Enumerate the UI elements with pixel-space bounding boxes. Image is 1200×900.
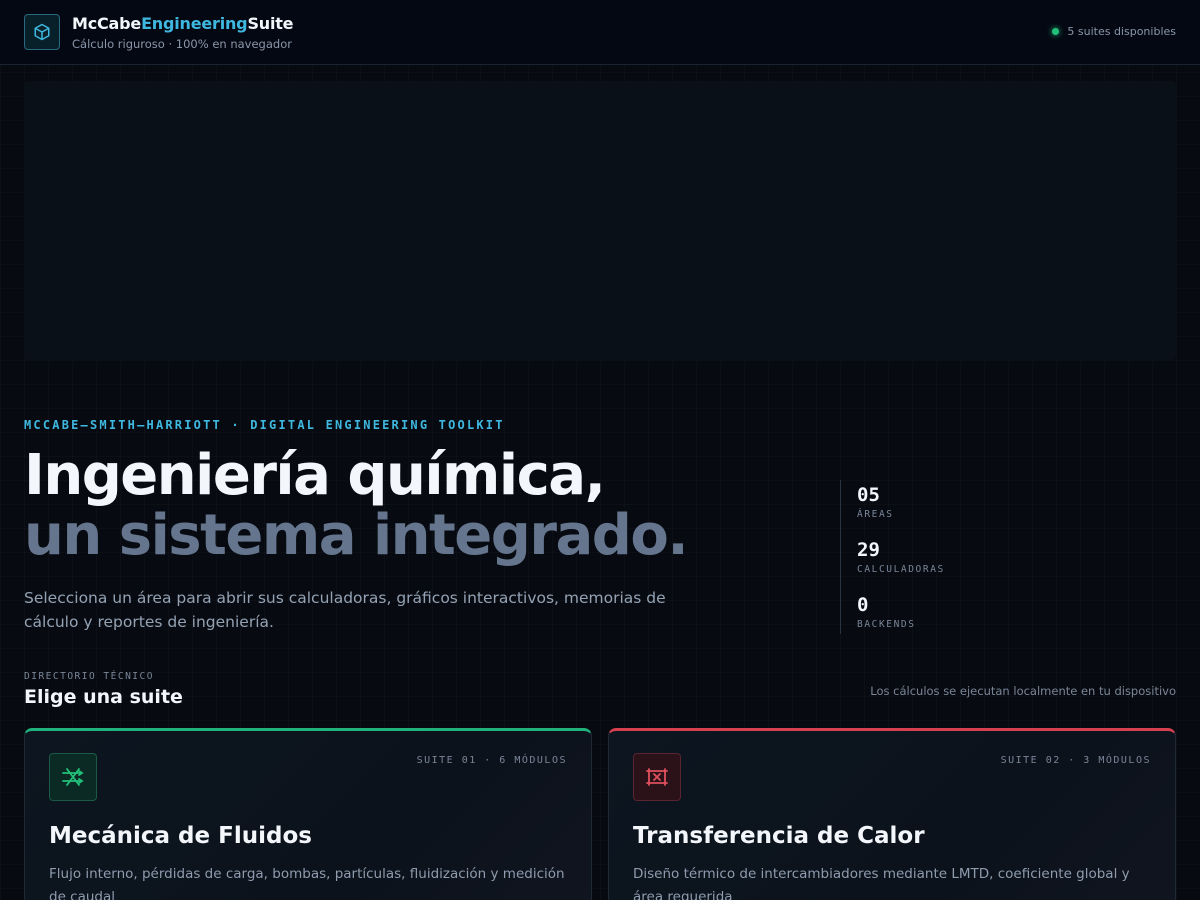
brand-name[interactable]: McCabeEngineeringSuite <box>72 14 294 33</box>
stat-value: 29 <box>857 539 880 561</box>
suite-card-heat-transfer[interactable]: SUITE 02 · 3 MÓDULOS Transferencia de Ca… <box>608 728 1176 900</box>
stat-calculators: 29 CALCULADORAS <box>857 539 945 575</box>
stat-label: CALCULADORAS <box>857 564 945 575</box>
stat-areas: 05 ÁREAS <box>857 484 894 520</box>
stat-value: 05 <box>857 484 880 506</box>
brand-subtitle: Cálculo riguroso · 100% en navegador <box>72 37 292 51</box>
status-text: 5 suites disponibles <box>1067 25 1176 38</box>
card-description: Flujo interno, pérdidas de carga, bombas… <box>49 866 565 900</box>
status-dot-icon <box>1052 28 1060 35</box>
heat-exchanger-icon <box>633 753 681 801</box>
hero-eyebrow: MCCABE–SMITH–HARRIOTT · DIGITAL ENGINEER… <box>24 418 505 432</box>
stat-label: BACKENDS <box>857 619 916 630</box>
fluid-flow-icon <box>49 753 97 801</box>
stat-backends: 0 BACKENDS <box>857 594 916 630</box>
stat-value: 0 <box>857 594 869 616</box>
directory-eyebrow: DIRECTORIO TÉCNICO <box>24 671 154 682</box>
card-meta: SUITE 01 · 6 MÓDULOS <box>416 755 567 766</box>
app-header: McCabeEngineeringSuite Cálculo riguroso … <box>0 0 1200 65</box>
directory-title: Elige una suite <box>24 686 183 708</box>
hero-title-line2: un sistema integrado. <box>24 503 689 568</box>
card-description: Diseño térmico de intercambiadores media… <box>633 866 1130 900</box>
stat-label: ÁREAS <box>857 509 894 520</box>
card-meta: SUITE 02 · 3 MÓDULOS <box>1000 755 1151 766</box>
suite-card-fluid-mechanics[interactable]: SUITE 01 · 6 MÓDULOS Mecánica de Fluidos… <box>24 728 592 900</box>
stats-panel: 05 ÁREAS 29 CALCULADORAS 0 BACKENDS <box>840 480 1040 634</box>
card-title: Transferencia de Calor <box>633 823 925 849</box>
hero-description: Selecciona un área para abrir sus calcul… <box>24 589 666 631</box>
hero-title-line1: Ingeniería química, <box>24 443 606 508</box>
hero-title: Ingeniería química, un sistema integrado… <box>24 443 689 568</box>
status-indicator: 5 suites disponibles <box>1052 25 1176 38</box>
directory-note: Los cálculos se ejecutan localmente en t… <box>870 684 1176 698</box>
hero-banner <box>24 81 1176 361</box>
card-title: Mecánica de Fluidos <box>49 823 312 849</box>
cube-icon[interactable] <box>24 14 60 50</box>
